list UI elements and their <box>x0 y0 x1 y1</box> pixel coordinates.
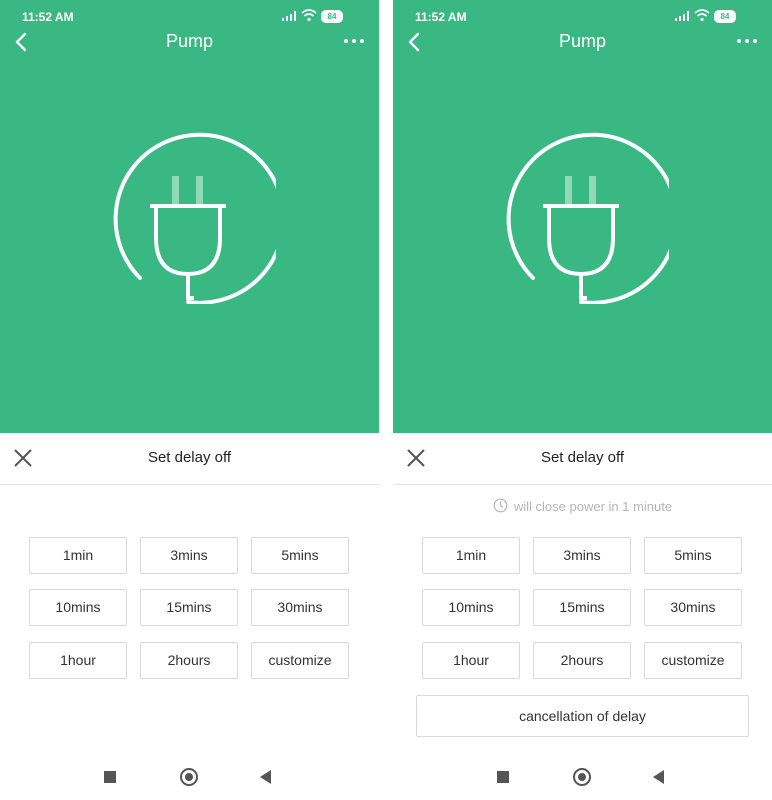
sheet-header: Set delay off <box>393 433 772 485</box>
signal-icon <box>675 11 689 21</box>
top-bar: Pump <box>0 26 379 58</box>
nav-square-icon[interactable] <box>497 771 509 783</box>
battery-icon: 84 <box>714 10 736 23</box>
delay-option-1min[interactable]: 1min <box>422 537 520 574</box>
more-icon[interactable] <box>343 34 365 48</box>
delay-option-1hour[interactable]: 1hour <box>422 642 520 679</box>
delay-option-2hours[interactable]: 2hours <box>140 642 238 679</box>
delay-option-30mins[interactable]: 30mins <box>644 589 742 626</box>
phone-screen-right: 11:52 AM 84 Pump Set delay off will clos… <box>393 0 772 800</box>
plug-icon <box>113 132 276 304</box>
battery-icon: 84 <box>321 10 343 23</box>
delay-option-3mins[interactable]: 3mins <box>140 537 238 574</box>
sheet-title: Set delay off <box>540 449 625 466</box>
delay-option-1hour[interactable]: 1hour <box>29 642 127 679</box>
phone-screen-left: 11:52 AM 84 Pump Set delay off 1min 3min… <box>0 0 379 800</box>
status-time: 11:52 AM <box>415 10 467 24</box>
delay-status-line: will close power in 1 minute <box>393 498 772 514</box>
top-bar: Pump <box>393 26 772 58</box>
cancel-delay-button[interactable]: cancellation of delay <box>416 695 749 737</box>
delay-option-15mins[interactable]: 15mins <box>533 589 631 626</box>
nav-bar <box>393 760 772 796</box>
screen-divider <box>379 0 393 800</box>
clock-icon <box>493 498 508 513</box>
delay-option-1min[interactable]: 1min <box>29 537 127 574</box>
delay-option-10mins[interactable]: 10mins <box>29 589 127 626</box>
signal-icon <box>282 11 296 21</box>
sheet-header: Set delay off <box>0 433 379 485</box>
nav-bar <box>0 760 379 796</box>
wifi-icon <box>694 9 710 22</box>
plug-icon <box>506 132 669 304</box>
delay-option-5mins[interactable]: 5mins <box>644 537 742 574</box>
hero-panel: 11:52 AM 84 Pump <box>393 0 772 433</box>
more-icon[interactable] <box>736 34 758 48</box>
delay-option-2hours[interactable]: 2hours <box>533 642 631 679</box>
delay-option-15mins[interactable]: 15mins <box>140 589 238 626</box>
page-title: Pump <box>558 31 607 51</box>
delay-option-3mins[interactable]: 3mins <box>533 537 631 574</box>
delay-option-10mins[interactable]: 10mins <box>422 589 520 626</box>
status-icons: 84 <box>281 8 361 24</box>
wifi-icon <box>301 9 317 22</box>
nav-square-icon[interactable] <box>104 771 116 783</box>
delay-option-customize[interactable]: customize <box>644 642 742 679</box>
status-time: 11:52 AM <box>22 10 74 24</box>
delay-option-30mins[interactable]: 30mins <box>251 589 349 626</box>
nav-home-icon[interactable] <box>180 768 198 786</box>
page-title: Pump <box>165 31 214 51</box>
hero-panel: 11:52 AM 84 Pump <box>0 0 379 433</box>
nav-home-icon[interactable] <box>573 768 591 786</box>
nav-back-icon[interactable] <box>653 770 664 784</box>
delay-option-5mins[interactable]: 5mins <box>251 537 349 574</box>
status-icons: 84 <box>674 8 754 24</box>
sheet-title: Set delay off <box>147 449 232 466</box>
nav-back-icon[interactable] <box>260 770 271 784</box>
delay-option-customize[interactable]: customize <box>251 642 349 679</box>
delay-status-text: will close power in 1 minute <box>513 499 673 514</box>
